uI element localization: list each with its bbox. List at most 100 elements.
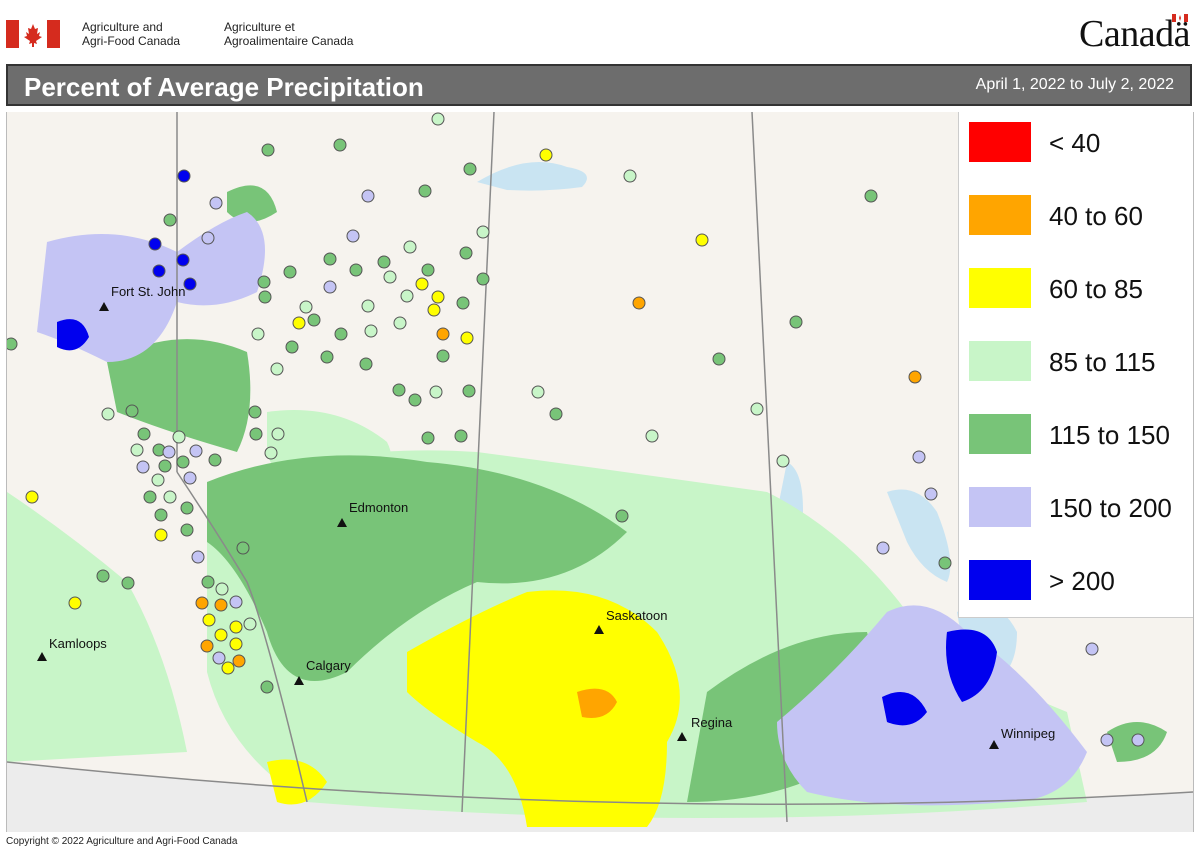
station-dot: [249, 427, 263, 441]
legend-swatch: [969, 195, 1031, 235]
station-dot: [214, 628, 228, 642]
legend-item: > 200: [969, 560, 1189, 604]
station-dot: [400, 289, 414, 303]
station-dot: [776, 454, 790, 468]
station-dot: [415, 277, 429, 291]
station-dot: [125, 404, 139, 418]
station-dot: [320, 350, 334, 364]
station-dot: [229, 620, 243, 634]
station-dot: [299, 300, 313, 314]
copyright: Copyright © 2022 Agriculture and Agri-Fo…: [6, 836, 238, 847]
legend-swatch: [969, 122, 1031, 162]
station-dot: [236, 541, 250, 555]
station-dot: [264, 446, 278, 460]
station-dot: [163, 490, 177, 504]
station-dot: [393, 316, 407, 330]
station-dot: [876, 541, 890, 555]
station-dot: [346, 229, 360, 243]
station-dot: [143, 490, 157, 504]
legend-label: 60 to 85: [1049, 274, 1143, 304]
station-dot: [1131, 733, 1145, 747]
station-dot: [101, 407, 115, 421]
station-dot: [158, 459, 172, 473]
station-dot: [421, 431, 435, 445]
station-dot: [180, 501, 194, 515]
station-dot: [243, 617, 257, 631]
legend-item: < 40: [969, 122, 1189, 166]
station-dot: [177, 169, 191, 183]
station-dot: [172, 430, 186, 444]
station-dot: [221, 661, 235, 675]
station-dot: [229, 595, 243, 609]
city-label-calgary: Calgary: [306, 658, 351, 673]
station-dot: [454, 429, 468, 443]
station-dot: [645, 429, 659, 443]
station-dot: [151, 473, 165, 487]
station-dot: [261, 143, 275, 157]
station-dot: [695, 233, 709, 247]
station-dot: [392, 383, 406, 397]
station-dot: [292, 316, 306, 330]
station-dot: [191, 550, 205, 564]
city-label-saskatoon: Saskatoon: [606, 608, 667, 623]
station-dot: [270, 362, 284, 376]
station-dot: [462, 384, 476, 398]
station-dot: [333, 138, 347, 152]
station-dot: [136, 460, 150, 474]
city-label-winnipeg: Winnipeg: [1001, 726, 1055, 741]
station-dot: [214, 598, 228, 612]
department-name-fr: Agriculture et Agroalimentaire Canada: [224, 20, 354, 48]
station-dot: [189, 444, 203, 458]
station-dot: [176, 253, 190, 267]
station-dot: [549, 407, 563, 421]
station-dot: [152, 264, 166, 278]
station-dot: [361, 189, 375, 203]
station-dot: [476, 272, 490, 286]
legend-label: 40 to 60: [1049, 201, 1143, 231]
station-dot: [248, 405, 262, 419]
legend-item: 85 to 115: [969, 341, 1189, 385]
station-dot: [750, 402, 764, 416]
legend-swatch: [969, 414, 1031, 454]
station-dot: [418, 184, 432, 198]
station-dot: [7, 337, 18, 351]
station-dot: [789, 315, 803, 329]
wordmark-flag-icon: [1172, 14, 1188, 22]
city-label-kamloops: Kamloops: [49, 636, 107, 651]
station-dot: [912, 450, 926, 464]
station-dot: [130, 443, 144, 457]
station-dot: [323, 252, 337, 266]
legend-swatch: [969, 341, 1031, 381]
legend-label: 115 to 150: [1049, 420, 1170, 450]
legend-label: < 40: [1049, 128, 1101, 158]
station-dot: [377, 255, 391, 269]
legend-item: 150 to 200: [969, 487, 1189, 531]
legend-item: 60 to 85: [969, 268, 1189, 312]
station-dot: [712, 352, 726, 366]
station-dot: [460, 331, 474, 345]
station-dot: [258, 290, 272, 304]
station-dot: [429, 385, 443, 399]
station-dot: [383, 270, 397, 284]
station-dot: [431, 112, 445, 126]
station-dot: [436, 349, 450, 363]
title-bar: Percent of Average Precipitation April 1…: [6, 64, 1192, 106]
station-dot: [531, 385, 545, 399]
station-dot: [25, 490, 39, 504]
station-dot: [154, 508, 168, 522]
station-dot: [148, 237, 162, 251]
station-dot: [1085, 642, 1099, 656]
station-dot: [924, 487, 938, 501]
station-dot: [307, 313, 321, 327]
station-dot: [359, 357, 373, 371]
header: Agriculture and Agri-Food Canada Agricul…: [0, 0, 1200, 60]
station-dot: [201, 575, 215, 589]
station-dot: [427, 303, 441, 317]
legend-swatch: [969, 487, 1031, 527]
station-dot: [938, 556, 952, 570]
legend-item: 40 to 60: [969, 195, 1189, 239]
station-dot: [260, 680, 274, 694]
station-dot: [257, 275, 271, 289]
legend-label: 150 to 200: [1049, 493, 1172, 523]
station-dot: [361, 299, 375, 313]
